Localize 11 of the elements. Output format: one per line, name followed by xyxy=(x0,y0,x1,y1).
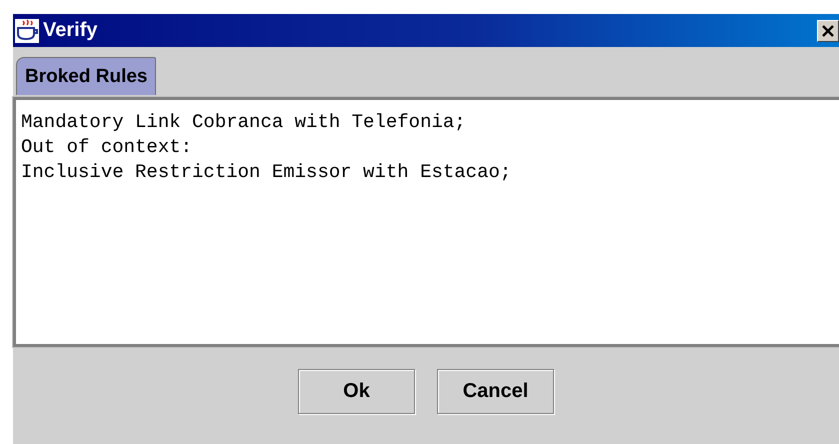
tab[interactable]: Broked Rules xyxy=(16,57,156,95)
text-line: Out of context: xyxy=(21,135,192,160)
dialog-button[interactable]: Ok xyxy=(298,369,415,414)
close-button[interactable] xyxy=(817,20,839,42)
close-icon xyxy=(821,24,835,38)
window-title: Verify xyxy=(43,19,98,42)
text-area[interactable]: Mandatory Link Cobranca with Telefonia; Out of context: Inclusive Restriction Emissor with Estacao; xyxy=(13,97,839,347)
text-line: Inclusive Restriction Emissor with Estacao; xyxy=(21,160,512,185)
dialog-button[interactable]: Cancel xyxy=(437,369,554,414)
cup-icon xyxy=(15,18,39,42)
text-line: Mandatory Link Cobranca with Telefonia; xyxy=(21,110,466,135)
